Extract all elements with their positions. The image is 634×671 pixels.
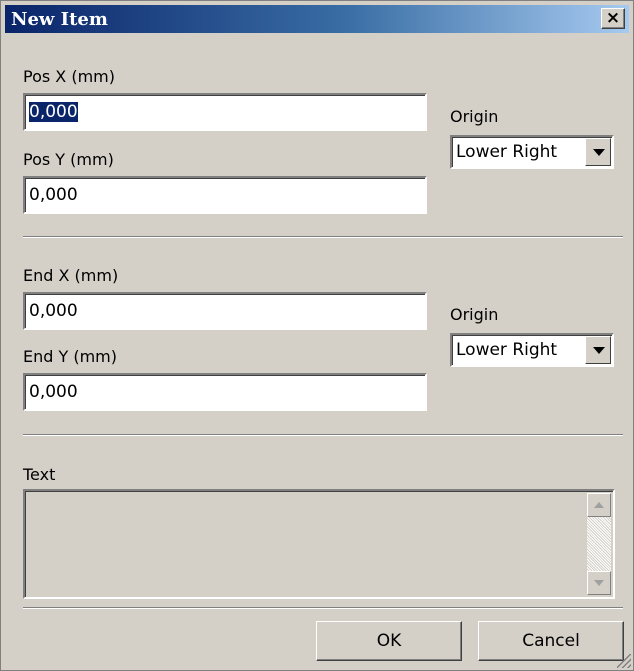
end-x-input[interactable]: 0,000	[23, 292, 427, 330]
pos-y-input[interactable]: 0,000	[23, 176, 427, 214]
text-area[interactable]	[23, 489, 615, 599]
separator-2	[23, 434, 623, 436]
new-item-dialog: New Item × Pos X (mm) 0,000 Pos Y (mm) 0…	[0, 0, 634, 671]
end-x-value: 0,000	[29, 301, 78, 321]
end-origin-select[interactable]: Lower Right	[450, 333, 614, 367]
cancel-button[interactable]: Cancel	[478, 621, 624, 661]
pos-y-label: Pos Y (mm)	[23, 150, 114, 169]
scroll-up-icon[interactable]	[587, 493, 611, 517]
pos-x-label: Pos X (mm)	[23, 67, 115, 86]
window-title: New Item	[11, 9, 108, 30]
start-origin-select[interactable]: Lower Right	[450, 135, 614, 169]
pos-x-value: 0,000	[29, 102, 78, 122]
end-y-label: End Y (mm)	[23, 347, 118, 366]
separator-1	[23, 236, 623, 238]
end-x-label: End X (mm)	[23, 266, 119, 285]
title-bar[interactable]: New Item ×	[5, 5, 629, 33]
pos-x-input[interactable]: 0,000	[23, 93, 427, 131]
end-y-input[interactable]: 0,000	[23, 373, 427, 411]
pos-y-value: 0,000	[29, 185, 78, 205]
text-label: Text	[23, 465, 56, 484]
close-icon: ×	[605, 8, 621, 28]
chevron-down-icon[interactable]	[585, 138, 611, 166]
close-button[interactable]: ×	[601, 8, 625, 29]
end-origin-label: Origin	[450, 305, 499, 324]
scroll-down-icon[interactable]	[587, 571, 611, 595]
start-origin-label: Origin	[450, 107, 499, 126]
start-origin-value: Lower Right	[456, 142, 558, 162]
end-origin-value: Lower Right	[456, 340, 558, 360]
chevron-down-icon[interactable]	[585, 336, 611, 364]
resize-grip-icon[interactable]	[617, 654, 631, 668]
end-y-value: 0,000	[29, 382, 78, 402]
ok-button[interactable]: OK	[316, 621, 462, 661]
separator-3	[23, 607, 623, 609]
vertical-scrollbar[interactable]	[587, 493, 611, 595]
